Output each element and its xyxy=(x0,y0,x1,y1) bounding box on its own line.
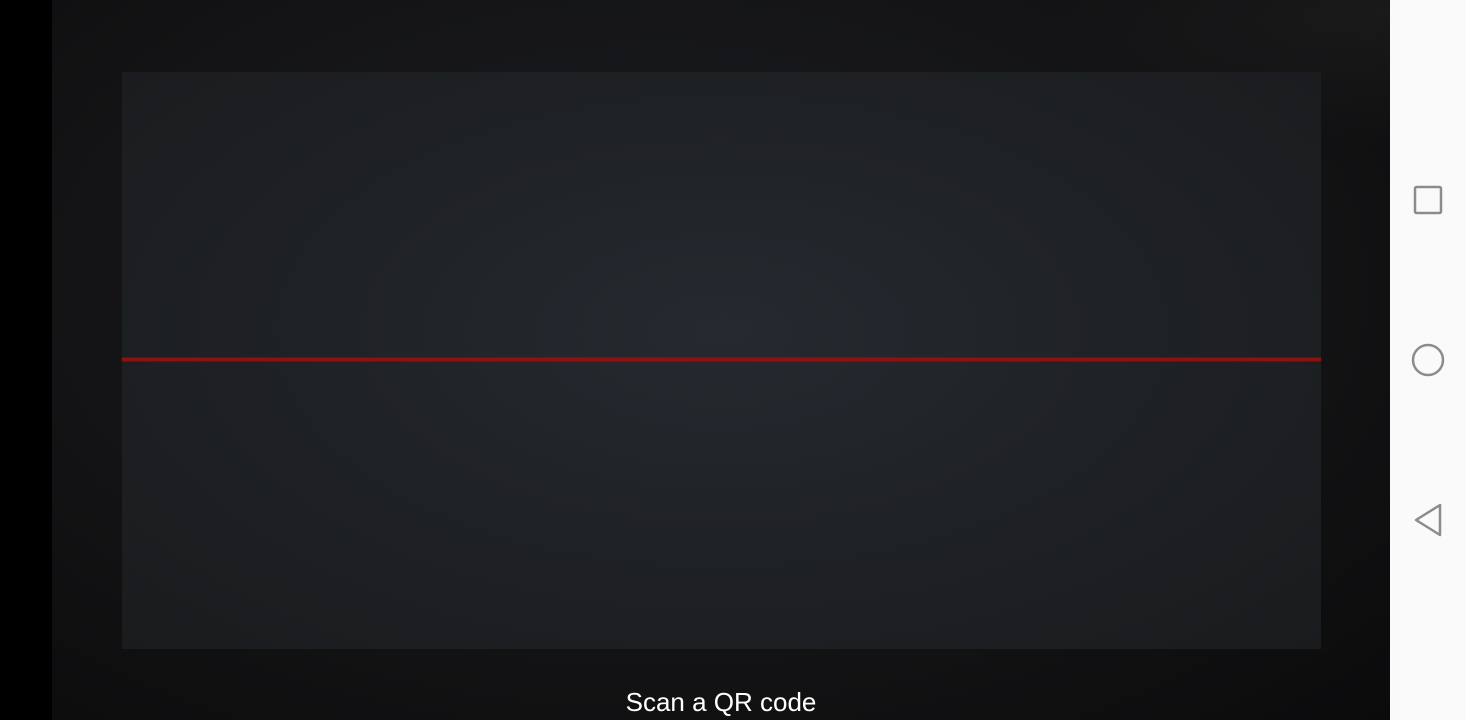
system-navigation-bar xyxy=(1390,0,1466,720)
square-icon xyxy=(1413,185,1443,215)
scan-viewfinder xyxy=(122,72,1321,649)
circle-icon xyxy=(1411,343,1445,377)
back-button[interactable] xyxy=(1408,500,1448,540)
home-button[interactable] xyxy=(1408,340,1448,380)
scan-laser-line xyxy=(122,358,1321,361)
screen: Scan a QR code xyxy=(0,0,1466,720)
recents-button[interactable] xyxy=(1408,180,1448,220)
left-edge-bar xyxy=(0,0,52,720)
triangle-back-icon xyxy=(1414,503,1442,537)
scan-caption: Scan a QR code xyxy=(625,687,817,717)
camera-preview: Scan a QR code xyxy=(52,0,1390,720)
